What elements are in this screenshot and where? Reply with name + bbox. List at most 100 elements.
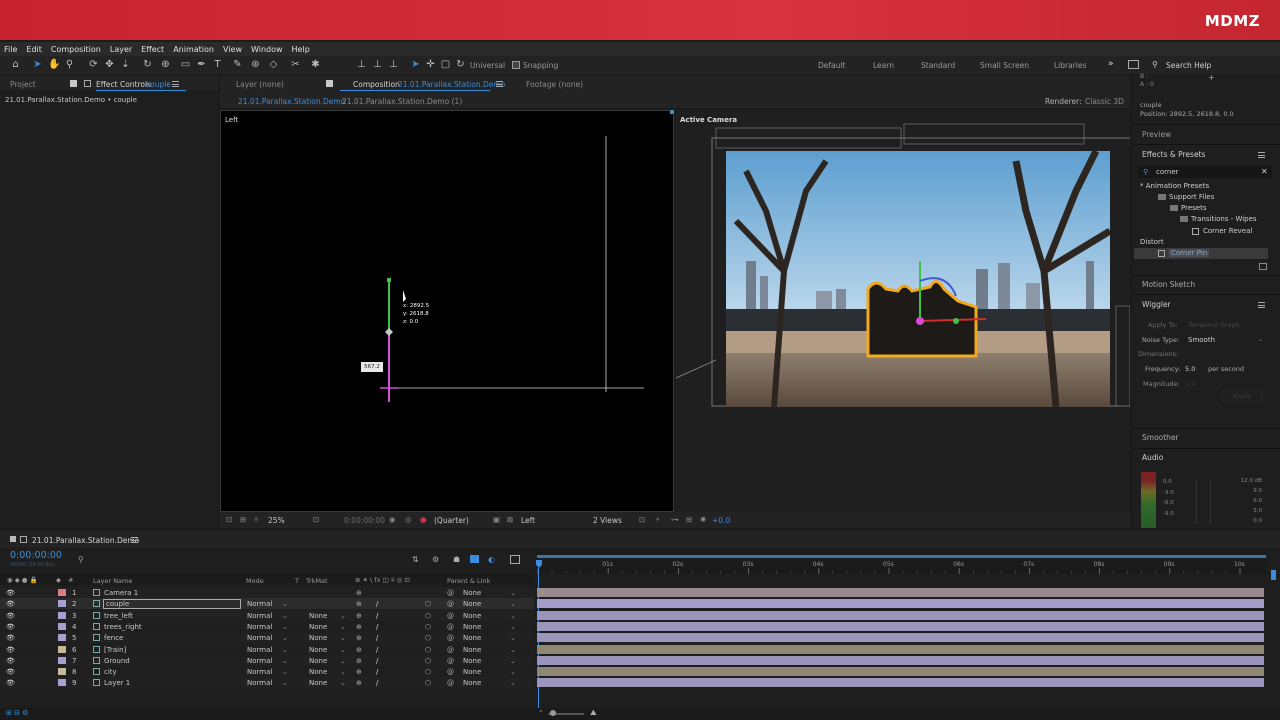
wiggler-header[interactable]: Wiggler xyxy=(1142,300,1171,309)
parent-pickwhip-icon[interactable]: @ xyxy=(447,612,454,620)
noise-type-dropdown[interactable]: Smooth xyxy=(1188,336,1215,344)
draft-3d-icon[interactable]: ⚙ xyxy=(432,555,439,564)
tab-footage[interactable]: Footage (none) xyxy=(526,80,583,89)
region-of-interest-icon[interactable]: ▣ xyxy=(493,515,500,524)
search-icon[interactable]: ⚲ xyxy=(1152,60,1158,69)
lock-icon[interactable] xyxy=(70,80,77,87)
3d-layer-switch-icon[interactable]: ⬡ xyxy=(425,600,431,608)
parent-dropdown[interactable]: None xyxy=(463,612,481,620)
show-snapshot-icon[interactable]: ◎ xyxy=(405,515,412,524)
work-area-range[interactable] xyxy=(537,555,1266,558)
parent-dropdown[interactable]: None xyxy=(463,623,481,631)
menu-composition[interactable]: Composition xyxy=(51,45,101,54)
layer-label-color[interactable] xyxy=(58,623,66,630)
workspace-default[interactable]: Default xyxy=(818,61,845,70)
trkmat-dropdown[interactable]: None xyxy=(309,634,327,642)
world-axis-icon[interactable]: ⊥ xyxy=(372,59,383,70)
layer-name[interactable]: Ground xyxy=(104,657,130,665)
3d-rotate-icon[interactable]: ↻ xyxy=(455,59,466,70)
menu-layer[interactable]: Layer xyxy=(110,45,132,54)
layer-label-color[interactable] xyxy=(58,679,66,686)
3d-layer-switch-icon[interactable]: ⬡ xyxy=(425,612,431,620)
layer-duration-bar[interactable] xyxy=(537,678,1264,687)
tab-project[interactable]: Project xyxy=(10,80,36,89)
visibility-eye-icon[interactable]: 👁 xyxy=(6,623,15,631)
search-help-field[interactable]: Search Help xyxy=(1166,61,1211,70)
eraser-tool-icon[interactable]: ◇ xyxy=(268,59,279,70)
hand-tool-icon[interactable]: ✋ xyxy=(48,59,60,70)
trkmat-dropdown[interactable]: None xyxy=(309,679,327,687)
parent-pickwhip-icon[interactable]: @ xyxy=(447,679,454,687)
universal-mode-label[interactable]: Universal xyxy=(470,61,505,70)
parent-pickwhip-icon[interactable]: @ xyxy=(447,657,454,665)
blend-mode-dropdown[interactable]: Normal xyxy=(247,657,272,665)
layer-name[interactable]: [Train] xyxy=(104,646,126,654)
parent-pickwhip-icon[interactable]: @ xyxy=(447,600,454,608)
always-preview-icon[interactable]: ⊡ xyxy=(226,515,232,524)
pan-tool-icon[interactable]: ✥ xyxy=(104,59,115,70)
new-folder-icon[interactable] xyxy=(1259,263,1267,270)
3d-layer-switch-icon[interactable]: ⬡ xyxy=(425,657,431,665)
snapshot-icon[interactable]: ◉ xyxy=(389,515,396,524)
color-channels-icon[interactable]: ● xyxy=(420,515,427,524)
selection-tool-icon[interactable]: ➤ xyxy=(32,59,43,70)
blend-mode-dropdown[interactable]: Normal xyxy=(247,668,272,676)
shy-switch-icon[interactable]: ⊕ xyxy=(356,589,362,597)
timeline-link-icon[interactable]: ⊞ xyxy=(686,515,692,524)
layer-name[interactable]: Layer 1 xyxy=(104,679,130,687)
layer-label-color[interactable] xyxy=(58,657,66,664)
layer-duration-bar[interactable] xyxy=(537,611,1264,620)
trkmat-column-header[interactable]: TrkMat xyxy=(306,577,328,585)
panel-menu-icon[interactable] xyxy=(1258,302,1265,308)
layer-duration-bar[interactable] xyxy=(537,656,1264,665)
blend-mode-dropdown[interactable]: Normal xyxy=(247,612,272,620)
zoom-tool-icon[interactable]: ⚲ xyxy=(64,59,75,70)
tree-support-files[interactable]: Support Files xyxy=(1169,193,1214,201)
reset-exposure-icon[interactable]: ✺ xyxy=(700,515,706,524)
parent-dropdown[interactable]: None xyxy=(463,679,481,687)
3d-move-icon[interactable]: ✛ xyxy=(425,59,436,70)
search-icon[interactable]: ⚲ xyxy=(78,555,84,564)
zoom-in-icon[interactable]: ⛰ xyxy=(590,708,597,718)
visibility-eye-icon[interactable]: 👁 xyxy=(6,646,15,654)
layer-name[interactable]: Camera 1 xyxy=(104,589,138,597)
apply-to-dropdown[interactable]: Temporal Graph xyxy=(1188,321,1240,329)
visibility-eye-icon[interactable]: 👁 xyxy=(6,679,15,687)
parent-dropdown[interactable]: None xyxy=(463,634,481,642)
motion-sketch-header[interactable]: Motion Sketch xyxy=(1142,280,1195,289)
clone-stamp-tool-icon[interactable]: ⊛ xyxy=(250,59,261,70)
audio-header[interactable]: Audio xyxy=(1142,453,1163,462)
shy-switch-icon[interactable]: ⊕ xyxy=(356,668,362,676)
comp-subtab-active[interactable]: 21.01.Parallax.Station.Demo xyxy=(238,97,345,106)
visibility-eye-icon[interactable]: 👁 xyxy=(6,657,15,665)
menu-window[interactable]: Window xyxy=(251,45,283,54)
toggle-pixel-aspect-icon[interactable]: ⊡ xyxy=(639,515,645,524)
3d-view-dropdown[interactable]: Left xyxy=(521,516,535,525)
layer-label-color[interactable] xyxy=(58,646,66,653)
home-icon[interactable]: ⌂ xyxy=(10,59,21,70)
tree-corner-pin[interactable]: Corner Pin xyxy=(1169,249,1210,257)
quality-switch-icon[interactable]: / xyxy=(376,668,378,676)
tree-corner-reveal[interactable]: Corner Reveal xyxy=(1203,227,1252,235)
anchor-tool-icon[interactable]: ⊕ xyxy=(160,59,171,70)
visibility-eye-icon[interactable]: 👁 xyxy=(6,634,15,642)
layer-name[interactable]: city xyxy=(104,668,117,676)
layer-label-color[interactable] xyxy=(58,589,66,596)
current-time-display[interactable]: 0:00:00:00 xyxy=(10,550,62,561)
menu-file[interactable]: File xyxy=(4,45,17,54)
workspace-libraries[interactable]: Libraries xyxy=(1054,61,1086,70)
parent-dropdown[interactable]: None xyxy=(463,600,481,608)
parent-pickwhip-icon[interactable]: @ xyxy=(447,668,454,676)
views-layout-dropdown[interactable]: 2 Views xyxy=(593,516,622,525)
lock-icon[interactable] xyxy=(326,80,333,87)
clear-search-icon[interactable]: ✕ xyxy=(1261,167,1268,176)
layer-duration-bar[interactable] xyxy=(537,599,1264,608)
layer-duration-bar[interactable] xyxy=(537,633,1264,642)
blend-mode-dropdown[interactable]: Normal xyxy=(247,600,272,608)
graph-editor-icon[interactable] xyxy=(510,555,520,564)
shy-switch-icon[interactable]: ⊕ xyxy=(356,634,362,642)
menu-animation[interactable]: Animation xyxy=(173,45,214,54)
trkmat-dropdown[interactable]: None xyxy=(309,623,327,631)
magnitude-value[interactable]: 1.0 xyxy=(1185,380,1195,388)
3d-layer-switch-icon[interactable]: ⬡ xyxy=(425,646,431,654)
